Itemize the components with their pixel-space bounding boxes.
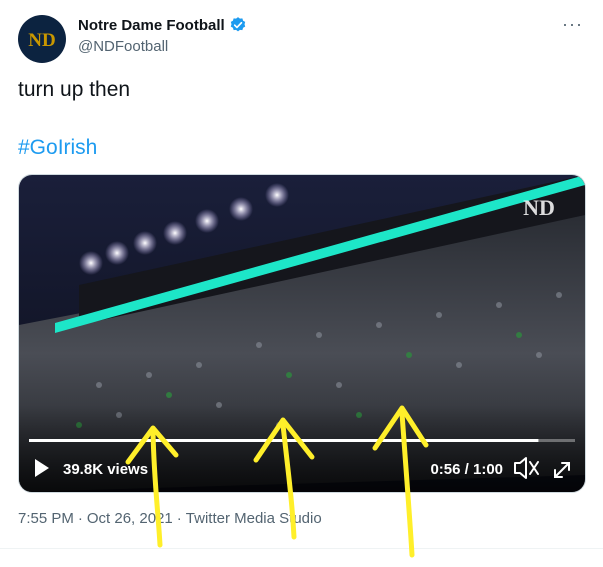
video-frame: ND 39.8K views 0:56 / 1:00: [19, 175, 585, 492]
more-options-icon[interactable]: ···: [562, 14, 583, 35]
views-count: 39.8K views: [63, 461, 148, 478]
tweet-text: turn up then: [18, 78, 131, 101]
display-name-text: Notre Dame Football: [78, 16, 225, 34]
video-time: 0:56 / 1:00: [430, 461, 503, 478]
tweet-meta: 7:55 PM · Oct 26, 2021 · Twitter Media S…: [18, 510, 322, 527]
video-player[interactable]: ND 39.8K views 0:56 / 1:00: [18, 174, 586, 493]
meta-separator: ·: [176, 510, 182, 527]
nd-watermark-icon: ND: [523, 195, 555, 220]
user-handle[interactable]: @NDFootball: [78, 38, 168, 55]
tweet-date[interactable]: Oct 26, 2021: [87, 510, 173, 527]
divider: [0, 548, 603, 549]
tweet-source: Twitter Media Studio: [185, 510, 322, 527]
nd-logo-icon: ND: [28, 30, 55, 51]
verified-badge-icon: [230, 17, 245, 32]
hashtag-link[interactable]: #GoIrish: [18, 136, 97, 160]
progress-fill: [29, 439, 539, 442]
avatar[interactable]: ND: [18, 15, 66, 63]
display-name[interactable]: Notre Dame Football: [78, 16, 247, 34]
meta-separator: ·: [77, 510, 83, 527]
tweet-time[interactable]: 7:55 PM: [18, 510, 74, 527]
tweet-card: ND Notre Dame Football @NDFootball ··· t…: [0, 0, 603, 567]
svg-text:ND: ND: [28, 30, 55, 51]
